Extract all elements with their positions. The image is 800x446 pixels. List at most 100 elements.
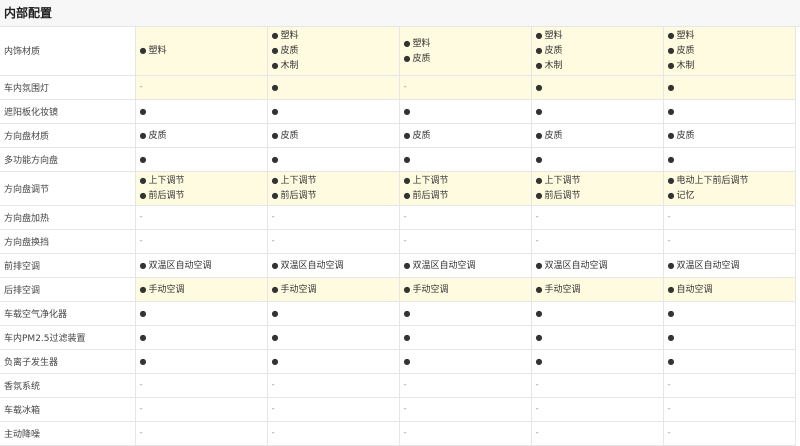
spec-cell: -	[531, 397, 664, 422]
spec-value-text: 皮质	[412, 130, 431, 141]
spec-cell: ● 塑料 ● 皮质 ● 木制	[267, 27, 400, 76]
row-label: 遮阳板化妆镜	[0, 99, 136, 124]
spec-cell: ●	[267, 99, 400, 124]
bullet-icon: ●	[667, 61, 675, 71]
spec-value-line: ●	[668, 330, 791, 345]
spec-cell: ● 塑料 ● 皮质	[399, 27, 532, 76]
table-row: 方向盘换挡 - - - - -	[0, 229, 796, 254]
spec-cell: ●	[663, 147, 796, 172]
spec-cell: -	[399, 397, 532, 422]
row-label: 方向盘调节	[0, 171, 136, 206]
table-row: 车载空气净化器 ● ● ● ● ●	[0, 301, 796, 326]
bullet-icon: ●	[139, 130, 147, 140]
spec-value-line: ●	[668, 354, 791, 369]
table-row: 车内氛围灯 - ● - ● ●	[0, 75, 796, 100]
spec-value-line: ● 塑料	[404, 36, 527, 51]
spec-cell: ● 皮质	[267, 123, 400, 148]
spec-value-line: ●	[272, 152, 395, 167]
spec-value-line: ●	[668, 80, 791, 95]
bullet-icon: ●	[403, 308, 411, 318]
spec-value-line: ●	[404, 354, 527, 369]
spec-value-line: ●	[536, 306, 659, 321]
table-row: 内饰材质 ● 塑料 ● 塑料 ● 皮质 ● 木制 ● 塑料 ● 皮质 ● 塑料 ● 皮质 ● 木制 ● 塑料 ● 皮质 ● 木制	[0, 27, 796, 76]
spec-cell: -	[663, 373, 796, 398]
bullet-icon: ●	[667, 308, 675, 318]
spec-cell: -	[399, 421, 532, 446]
bullet-icon: ●	[667, 154, 675, 164]
spec-value-line: ●	[140, 152, 263, 167]
spec-table: 内饰材质 ● 塑料 ● 塑料 ● 皮质 ● 木制 ● 塑料 ● 皮质 ● 塑料 ● 皮质 ● 木制 ● 塑料 ● 皮质 ● 木制…	[0, 27, 796, 446]
spec-cell: -	[135, 397, 268, 422]
not-available-dash: -	[667, 380, 671, 390]
spec-value-text: 手动空调	[280, 284, 317, 295]
bullet-icon: ●	[667, 356, 675, 366]
not-available-dash: -	[667, 428, 671, 438]
table-row: 主动降噪 - - - - -	[0, 421, 796, 446]
row-label: 内饰材质	[0, 27, 136, 76]
bullet-icon: ●	[271, 260, 279, 270]
spec-value-line: ● 皮质	[404, 128, 527, 143]
spec-cell: ●	[531, 99, 664, 124]
bullet-icon: ●	[403, 154, 411, 164]
bullet-icon: ●	[535, 284, 543, 294]
bullet-icon: ●	[535, 130, 543, 140]
not-available-dash: -	[403, 212, 407, 222]
spec-value-line: ● 上下调节	[272, 173, 395, 188]
bullet-icon: ●	[403, 191, 411, 200]
row-label: 车内氛围灯	[0, 75, 136, 100]
spec-cell: ● 上下调节 ● 前后调节	[399, 171, 532, 206]
spec-value-text: 皮质	[544, 46, 563, 57]
spec-value-text: 手动空调	[412, 284, 449, 295]
spec-cell: -	[399, 373, 532, 398]
bullet-icon: ●	[403, 332, 411, 342]
spec-value-line: ●	[272, 354, 395, 369]
not-available-dash: -	[667, 212, 671, 222]
spec-cell: -	[135, 229, 268, 254]
bullet-icon: ●	[271, 46, 279, 56]
table-row: 前排空调 ● 双温区自动空调 ● 双温区自动空调 ● 双温区自动空调 ● 双温区自动空调 ● 双温区…	[0, 253, 796, 278]
spec-cell: ●	[267, 301, 400, 326]
bullet-icon: ●	[535, 46, 543, 56]
spec-value-text: 皮质	[676, 46, 695, 57]
spec-cell: ● 皮质	[663, 123, 796, 148]
not-available-dash: -	[139, 380, 143, 390]
spec-value-line: ●	[272, 80, 395, 95]
spec-cell: ● 塑料	[135, 27, 268, 76]
spec-value-line: ●	[536, 152, 659, 167]
spec-value-text: 手动空调	[148, 284, 185, 295]
spec-value-text: 双温区自动空调	[412, 260, 476, 271]
spec-cell: ● 自动空调	[663, 277, 796, 302]
spec-value-line: ●	[668, 306, 791, 321]
spec-value-line: ● 皮质	[536, 128, 659, 143]
spec-value-line: ● 皮质	[536, 43, 659, 58]
table-row: 香氛系统 - - - - -	[0, 373, 796, 398]
spec-cell: ●	[135, 99, 268, 124]
table-row: 方向盘加热 - - - - -	[0, 205, 796, 230]
spec-value-line: ● 皮质	[140, 128, 263, 143]
row-label: 香氛系统	[0, 373, 136, 398]
bullet-icon: ●	[667, 191, 675, 200]
spec-table-body: 内饰材质 ● 塑料 ● 塑料 ● 皮质 ● 木制 ● 塑料 ● 皮质 ● 塑料 ● 皮质 ● 木制 ● 塑料 ● 皮质 ● 木制…	[0, 27, 796, 446]
spec-value-line: ● 手动空调	[404, 282, 527, 297]
bullet-icon: ●	[271, 176, 279, 185]
row-label: 主动降噪	[0, 421, 136, 446]
bullet-icon: ●	[403, 356, 411, 366]
not-available-dash: -	[535, 236, 539, 246]
not-available-dash: -	[271, 428, 275, 438]
spec-cell: -	[399, 205, 532, 230]
spec-value-line: ● 上下调节	[404, 173, 527, 188]
spec-cell: -	[663, 205, 796, 230]
spec-value-line: ● 塑料	[668, 28, 791, 43]
spec-value-line: ● 皮质	[272, 43, 395, 58]
spec-value-line: ● 双温区自动空调	[140, 258, 263, 273]
spec-cell: ●	[399, 147, 532, 172]
spec-value-line: ● 上下调节	[536, 173, 659, 188]
bullet-icon: ●	[667, 106, 675, 116]
spec-cell: ● 塑料 ● 皮质 ● 木制	[663, 27, 796, 76]
spec-value-line: ●	[404, 306, 527, 321]
spec-cell: ●	[399, 301, 532, 326]
spec-value-text: 前后调节	[412, 191, 449, 201]
bullet-icon: ●	[139, 106, 147, 116]
spec-cell: -	[135, 373, 268, 398]
bullet-icon: ●	[271, 82, 279, 92]
